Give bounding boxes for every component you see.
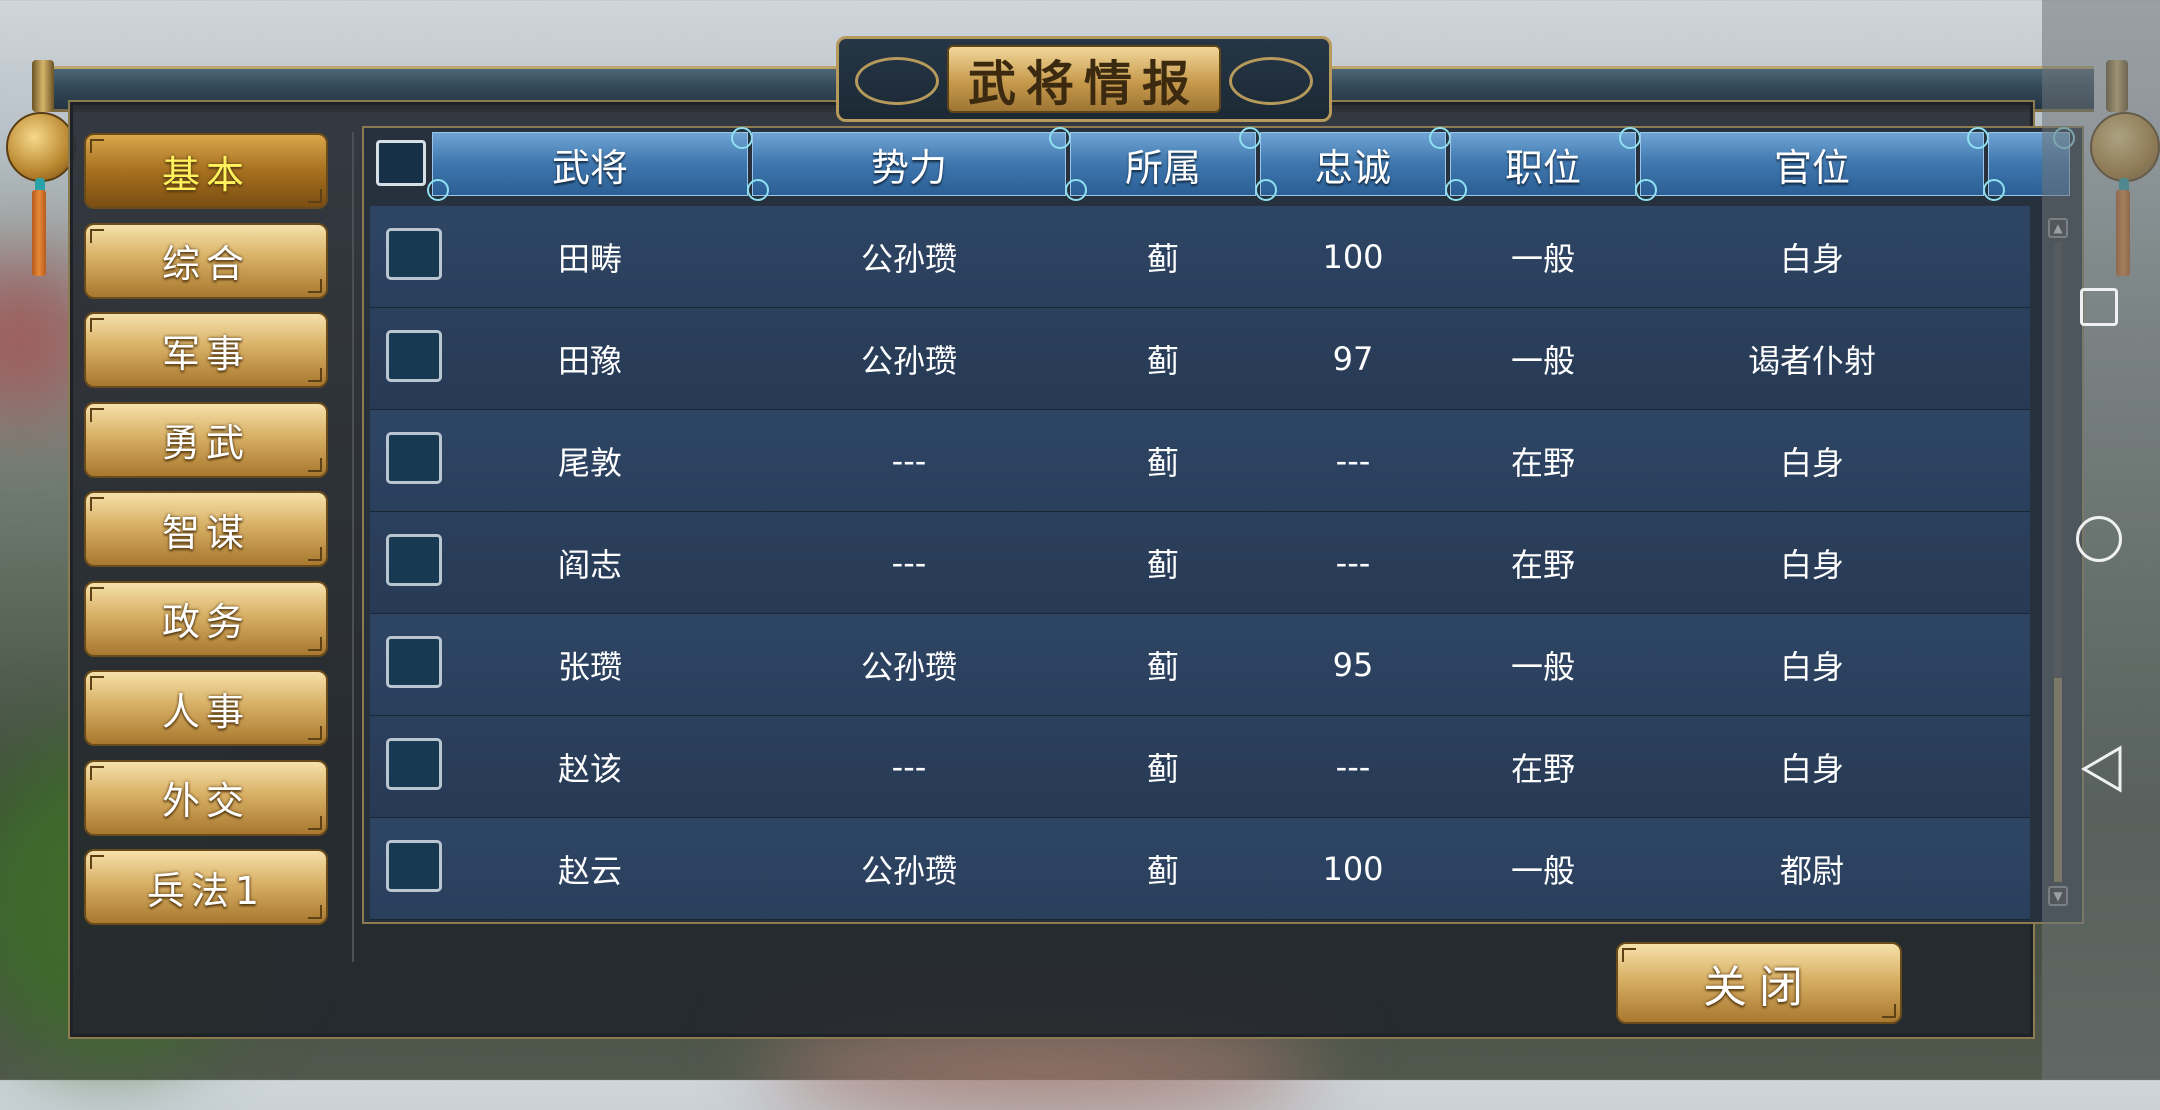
nav-tab-basic[interactable]: 基本 [84, 133, 328, 209]
close-button-label: 关闭 [1703, 962, 1815, 1013]
nav-tab-label: 智谋 [161, 510, 250, 555]
page-title: 武将情报 [947, 45, 1221, 113]
cell-position: 一般 [1510, 647, 1575, 686]
column-header-location[interactable]: 所属 [1065, 127, 1261, 201]
table-row[interactable]: 尾敦 --- 蓟 --- 在野 白身 [370, 410, 2030, 512]
cell-location: 蓟 [1146, 545, 1179, 584]
cell-loyalty: --- [1335, 543, 1371, 582]
column-header-loyalty[interactable]: 忠诚 [1255, 127, 1451, 201]
nav-tab-label: 军事 [161, 331, 250, 376]
cell-position: 在野 [1510, 545, 1575, 584]
cell-officer: 田畴 [557, 239, 622, 278]
cell-officer: 阎志 [557, 545, 622, 584]
table-row[interactable]: 赵该 --- 蓟 --- 在野 白身 [370, 716, 2030, 818]
cell-location: 蓟 [1146, 851, 1179, 890]
close-button[interactable]: 关闭 [1616, 942, 1902, 1024]
cell-rank: 谒者仆射 [1747, 341, 1876, 380]
table-header: 武将 势力 所属 忠诚 职位 官位 [370, 127, 2076, 201]
triangle-back-icon[interactable] [2080, 744, 2124, 794]
background-roof [760, 1030, 1320, 1110]
cell-officer: 田豫 [557, 341, 622, 380]
cell-rank: 白身 [1779, 239, 1844, 278]
cell-faction: 公孙瓒 [860, 341, 957, 380]
nav-tab-valor[interactable]: 勇武 [84, 401, 328, 478]
nav-tab-label: 勇武 [161, 421, 250, 465]
category-nav: 基本 综合 军事 勇武 智谋 政务 人事 外交 兵法1 [84, 133, 330, 939]
cell-position: 在野 [1510, 443, 1575, 482]
cell-faction: 公孙瓒 [860, 239, 957, 278]
column-header-rank[interactable]: 官位 [1635, 127, 1989, 201]
cell-rank: 白身 [1779, 749, 1844, 788]
officer-table: 武将 势力 所属 忠诚 职位 官位 田畴 公孙瓒 蓟 100 一般 白身 田豫 … [362, 126, 2084, 924]
nav-tab-diplomacy[interactable]: 外交 [84, 759, 328, 836]
cell-loyalty: --- [1335, 441, 1371, 480]
cell-faction: --- [891, 543, 927, 582]
cell-location: 蓟 [1146, 443, 1179, 482]
nav-tab-strategy[interactable]: 智谋 [84, 491, 328, 567]
square-icon[interactable] [2080, 288, 2118, 326]
cell-loyalty: 97 [1332, 339, 1374, 378]
table-row[interactable]: 赵云 公孙瓒 蓟 100 一般 都尉 [370, 818, 2030, 920]
rod-end-left [32, 60, 54, 112]
cell-officer: 尾敦 [557, 443, 622, 482]
cell-faction: --- [891, 747, 927, 786]
cell-loyalty: 95 [1332, 645, 1374, 684]
column-header-officer[interactable]: 武将 [427, 127, 753, 201]
cell-position: 一般 [1510, 341, 1575, 380]
cell-location: 蓟 [1146, 239, 1179, 278]
cell-faction: 公孙瓒 [860, 851, 957, 890]
title-plaque: 武将情报 [836, 36, 1332, 122]
nav-tab-label: 外交 [161, 779, 250, 823]
cell-loyalty: --- [1335, 747, 1371, 786]
cell-loyalty: 100 [1322, 849, 1384, 888]
nav-tab-tactics-1[interactable]: 兵法1 [84, 849, 328, 925]
select-all-checkbox[interactable] [376, 140, 426, 186]
medallion-left [6, 112, 76, 196]
table-row[interactable]: 田豫 公孙瓒 蓟 97 一般 谒者仆射 [370, 308, 2030, 410]
cell-officer: 张瓒 [557, 647, 622, 686]
nav-tab-military[interactable]: 军事 [84, 312, 328, 388]
nav-tab-label: 人事 [161, 689, 250, 734]
nav-tab-label: 综合 [161, 242, 250, 286]
cell-officer: 赵该 [557, 749, 622, 788]
cell-location: 蓟 [1146, 341, 1179, 380]
table-row[interactable]: 阎志 --- 蓟 --- 在野 白身 [370, 512, 2030, 614]
cell-faction: --- [891, 441, 927, 480]
nav-tab-personnel[interactable]: 人事 [84, 670, 328, 746]
column-header-position[interactable]: 职位 [1445, 127, 1641, 201]
cell-rank: 白身 [1779, 647, 1844, 686]
cell-position: 一般 [1510, 851, 1575, 890]
nav-tab-politics[interactable]: 政务 [84, 580, 328, 657]
column-header-faction[interactable]: 势力 [747, 127, 1071, 201]
circle-icon[interactable] [2076, 516, 2122, 562]
cell-position: 一般 [1510, 239, 1575, 278]
cell-position: 在野 [1510, 749, 1575, 788]
table-row[interactable]: 张瓒 公孙瓒 蓟 95 一般 白身 [370, 614, 2030, 716]
cell-officer: 赵云 [557, 851, 622, 890]
cell-rank: 白身 [1779, 443, 1844, 482]
cell-rank: 都尉 [1779, 851, 1844, 890]
cell-location: 蓟 [1146, 749, 1179, 788]
cell-location: 蓟 [1146, 647, 1179, 686]
nav-tab-overall[interactable]: 综合 [84, 222, 328, 299]
cell-faction: 公孙瓒 [860, 647, 957, 686]
title-ornament-right [1229, 57, 1313, 105]
cell-rank: 白身 [1779, 545, 1844, 584]
tassel-left [32, 190, 46, 276]
table-row[interactable]: 田畴 公孙瓒 蓟 100 一般 白身 [370, 206, 2030, 308]
nav-tab-label: 基本 [161, 152, 250, 197]
cell-loyalty: 100 [1322, 237, 1384, 276]
nav-tab-label: 兵法1 [146, 868, 266, 913]
table-body: 田畴 公孙瓒 蓟 100 一般 白身 田豫 公孙瓒 蓟 97 一般 谒者仆射 尾… [370, 206, 2030, 920]
nav-divider [352, 132, 354, 962]
title-ornament-left [855, 57, 939, 105]
nav-tab-label: 政务 [161, 600, 250, 644]
